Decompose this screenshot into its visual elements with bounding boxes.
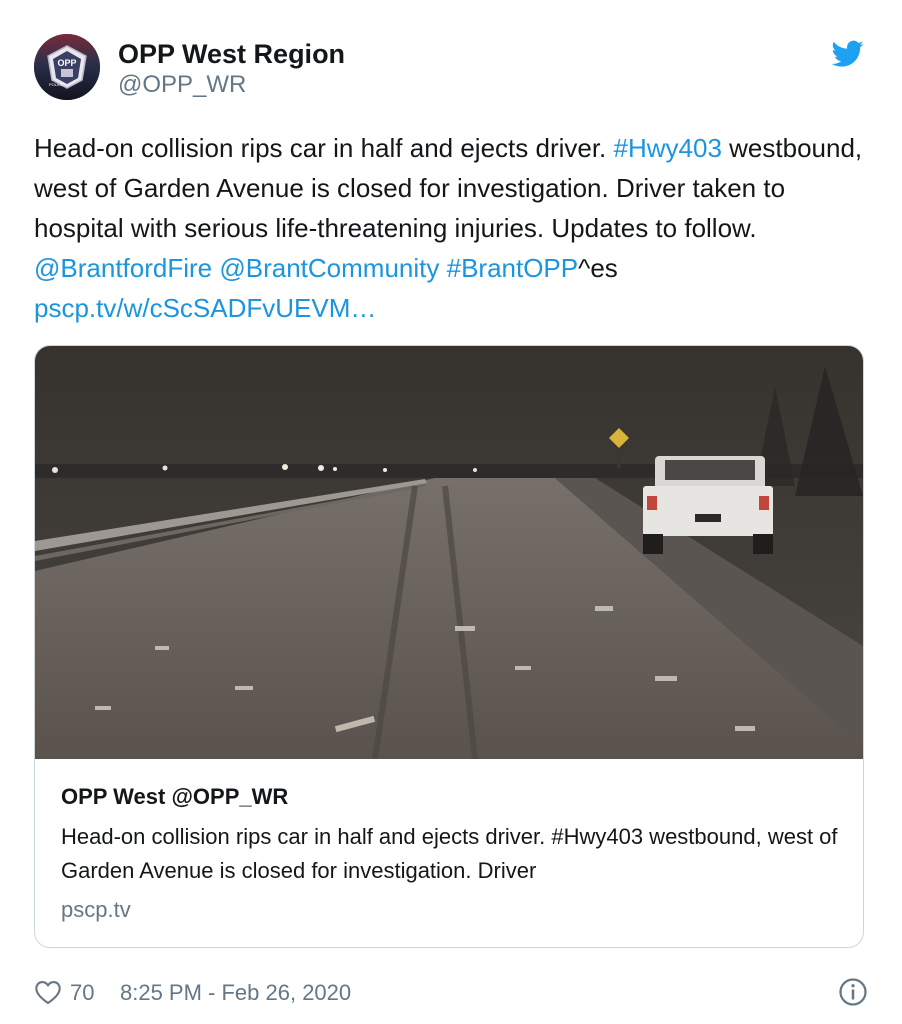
mention-brantcommunity[interactable]: @BrantCommunity [219, 253, 439, 283]
tweet-header: OPP POLICE OPP West Region @OPP_WR [34, 34, 868, 104]
like-count[interactable]: 70 [70, 980, 94, 1006]
hashtag-brantopp[interactable]: #BrantOPP [447, 253, 579, 283]
tweet-footer: 70 8:25 PM - Feb 26, 2020 [34, 976, 868, 1012]
tweet-link[interactable]: pscp.tv/w/cScSADFvUEVM… [34, 293, 376, 323]
timestamp[interactable]: 8:25 PM - Feb 26, 2020 [120, 980, 351, 1006]
card-title: OPP West @OPP_WR [61, 784, 289, 809]
user-handle[interactable]: @OPP_WR [118, 70, 345, 100]
display-name[interactable]: OPP West Region [118, 38, 345, 70]
tweet-text-part: ^es [578, 253, 618, 283]
mention-brantfordfire[interactable]: @BrantfordFire [34, 253, 212, 283]
link-preview-card[interactable]: OPP West @OPP_WR Head-on collision rips … [34, 345, 864, 948]
twitter-bird-icon[interactable] [832, 40, 864, 68]
hashtag-hwy403[interactable]: #Hwy403 [614, 133, 722, 163]
avatar[interactable]: OPP POLICE [34, 34, 100, 100]
info-icon[interactable] [838, 977, 868, 1007]
card-domain: pscp.tv [61, 897, 131, 922]
opp-badge-icon: OPP POLICE [34, 34, 100, 100]
svg-text:OPP: OPP [57, 58, 76, 68]
highway-night-photo [35, 346, 863, 759]
tweet-text: Head-on collision rips car in half and e… [34, 128, 864, 328]
card-description: Head-on collision rips car in half and e… [61, 824, 838, 883]
svg-text:POLICE: POLICE [49, 82, 64, 87]
heart-icon[interactable] [34, 979, 62, 1005]
tweet-text-part: Head-on collision rips car in half and e… [34, 133, 614, 163]
